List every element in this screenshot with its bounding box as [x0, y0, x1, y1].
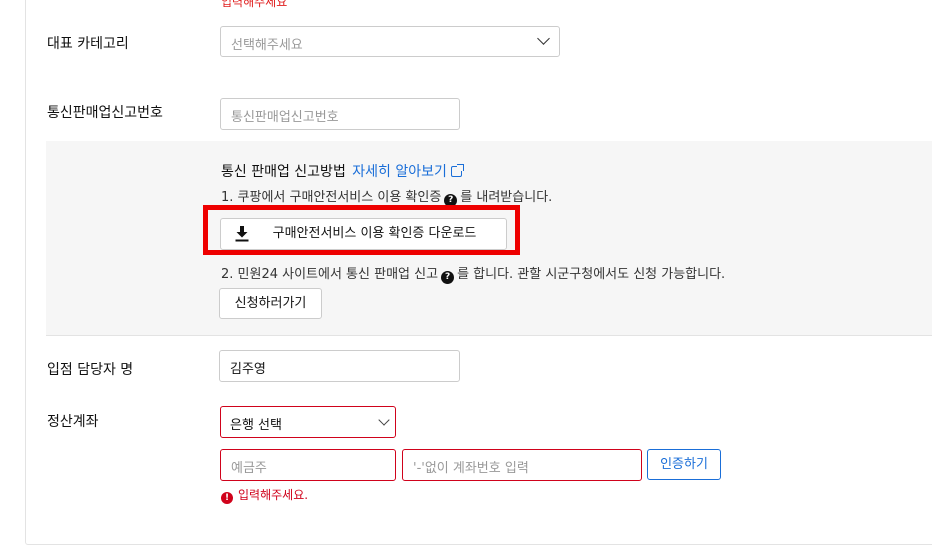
account-holder-placeholder: 예금주: [231, 461, 267, 476]
error-icon: !: [221, 492, 233, 504]
chevron-down-icon: [378, 414, 390, 426]
download-certificate-button[interactable]: 구매안전서비스 이용 확인증 다운로드: [220, 218, 507, 250]
category-select-placeholder: 선택해주세요: [231, 38, 303, 53]
top-error-text: 입력해주세요: [221, 0, 288, 9]
account-number-placeholder: '-'없이 계좌번호 입력: [413, 461, 529, 476]
mail-order-label: 통신판매업신고번호: [47, 105, 163, 121]
account-holder-input[interactable]: 예금주: [220, 449, 396, 481]
manager-label: 입점 담당자 명: [47, 362, 134, 378]
bank-select[interactable]: 은행 선택: [220, 406, 396, 438]
guide-title: 통신 판매업 신고방법 자세히 알아보기: [221, 161, 464, 181]
manager-name-value: 김주영: [230, 362, 266, 377]
category-label: 대표 카테고리: [47, 36, 129, 52]
learn-more-link[interactable]: 자세히 알아보기: [352, 164, 447, 180]
help-icon[interactable]: ?: [441, 271, 455, 284]
download-icon: [235, 226, 249, 242]
chevron-down-icon: [537, 32, 550, 45]
apply-button[interactable]: 신청하러가기: [219, 288, 322, 319]
settlement-error-message: ! 입력해주세요.: [221, 486, 308, 504]
guide-step-2: 2. 민원24 사이트에서 통신 판매업 신고? 를 합니다. 관할 시군구청에서…: [221, 267, 726, 284]
account-number-input[interactable]: '-'없이 계좌번호 입력: [402, 449, 642, 481]
mail-order-placeholder: 통신판매업신고번호: [231, 110, 339, 125]
category-select[interactable]: 선택해주세요: [220, 26, 560, 57]
external-link-icon[interactable]: [450, 164, 464, 177]
settlement-label: 정산계좌: [47, 414, 99, 430]
verify-account-button[interactable]: 인증하기: [647, 449, 721, 480]
mail-order-number-input[interactable]: 통신판매업신고번호: [220, 98, 460, 130]
bank-select-value: 은행 선택: [230, 418, 282, 433]
manager-name-input[interactable]: 김주영: [219, 350, 460, 382]
guide-step-1: 1. 쿠팡에서 구매안전서비스 이용 확인증? 를 내려받습니다.: [221, 190, 553, 207]
